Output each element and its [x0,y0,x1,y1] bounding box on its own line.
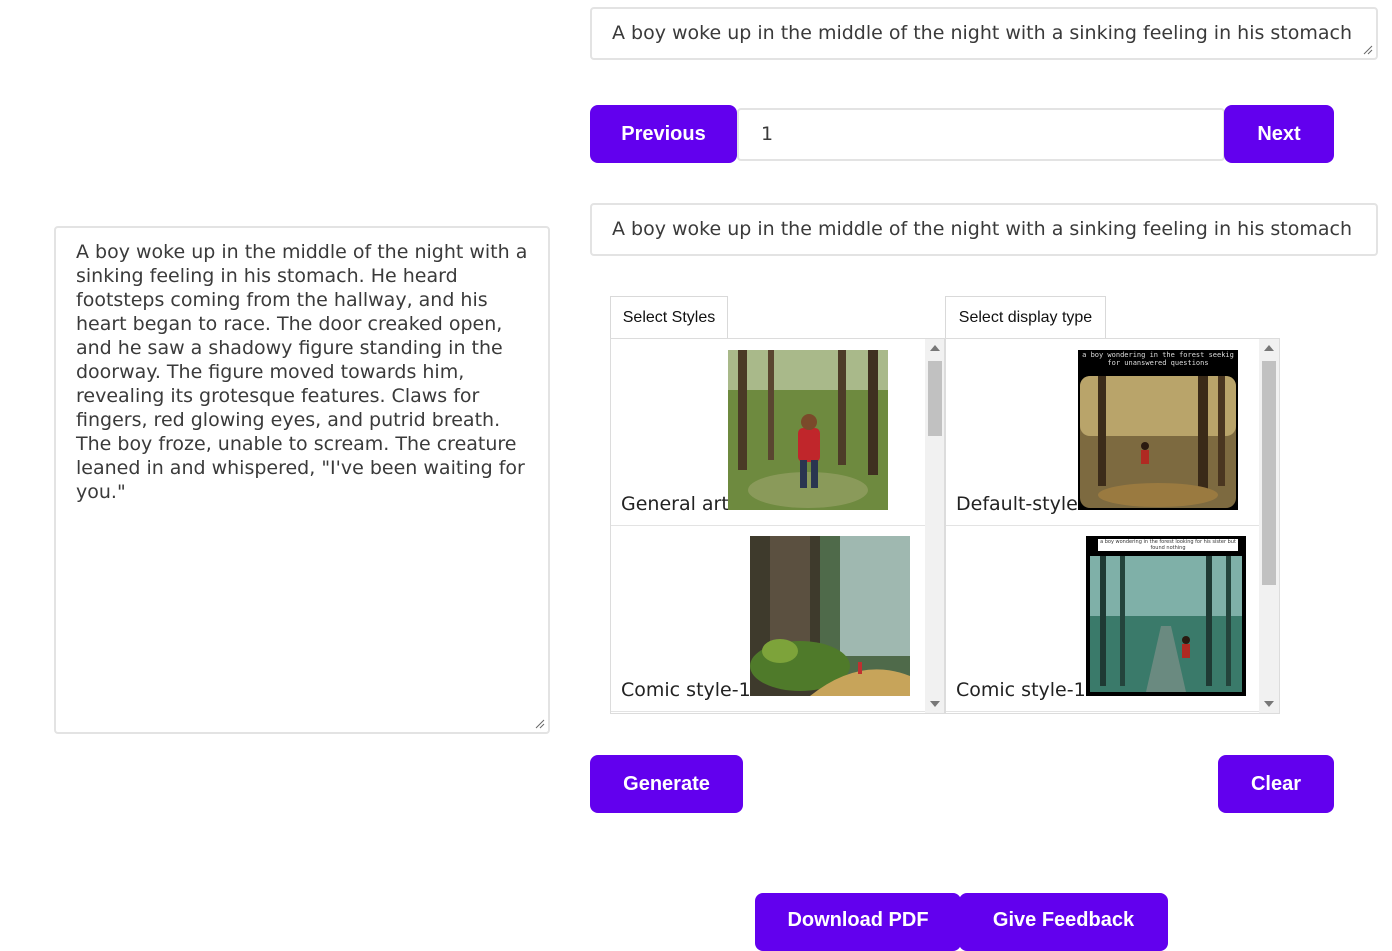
prompt-text-top: A boy woke up in the middle of the night… [612,22,1353,44]
page-number-input[interactable]: 1 [737,108,1225,161]
style-label: General art [621,493,729,515]
list-item[interactable]: Default-style a boy wondering in the for… [946,339,1259,526]
story-text: A boy woke up in the middle of the night… [76,241,528,503]
download-pdf-button[interactable]: Download PDF [755,893,961,951]
thumbnail-image: a boy wondering in the forest seekig for… [1078,350,1238,510]
scroll-down-icon[interactable] [930,701,940,707]
styles-scrollbar[interactable] [925,339,944,713]
page-number-value: 1 [761,123,774,145]
display-label: Comic style-1 [956,679,1086,701]
generate-button[interactable]: Generate [590,755,743,813]
list-item[interactable]: General art [611,339,926,526]
resize-handle-icon[interactable] [535,719,545,729]
thumbnail-image [728,350,888,510]
give-feedback-button[interactable]: Give Feedback [959,893,1168,951]
scroll-thumb[interactable] [928,361,942,436]
tab-select-styles[interactable]: Select Styles [610,296,728,339]
prompt-text-second: A boy woke up in the middle of the night… [612,218,1353,240]
scroll-down-icon[interactable] [1264,701,1274,707]
clear-button[interactable]: Clear [1218,755,1334,813]
resize-handle-icon[interactable] [1363,45,1373,55]
thumbnail-image: a boy wondering in the forest looking fo… [1086,536,1246,696]
display-type-list[interactable]: Default-style a boy wondering in the for… [945,338,1280,714]
scroll-up-icon[interactable] [930,345,940,351]
display-type-scrollbar[interactable] [1259,339,1279,713]
style-label: Comic style-1 [621,679,751,701]
next-button[interactable]: Next [1224,105,1334,163]
thumbnail-image [750,536,910,696]
previous-button[interactable]: Previous [590,105,737,163]
prompt-textarea-top[interactable]: A boy woke up in the middle of the night… [590,7,1378,60]
list-item[interactable]: Comic style-1 [611,525,926,712]
styles-list[interactable]: General art Comic style-1 [610,338,945,714]
thumbnail-caption: a boy wondering in the forest looking fo… [1098,539,1238,551]
display-label: Default-style [956,493,1078,515]
thumbnail-caption: a boy wondering in the forest seekig for… [1082,351,1234,367]
prompt-field-second[interactable]: A boy woke up in the middle of the night… [590,203,1378,256]
list-item[interactable]: Comic style-1 a boy wondering in the for… [946,525,1259,712]
story-textarea[interactable]: A boy woke up in the middle of the night… [54,226,550,734]
tab-select-display-type[interactable]: Select display type [945,296,1106,339]
scroll-thumb[interactable] [1262,361,1276,585]
scroll-up-icon[interactable] [1264,345,1274,351]
